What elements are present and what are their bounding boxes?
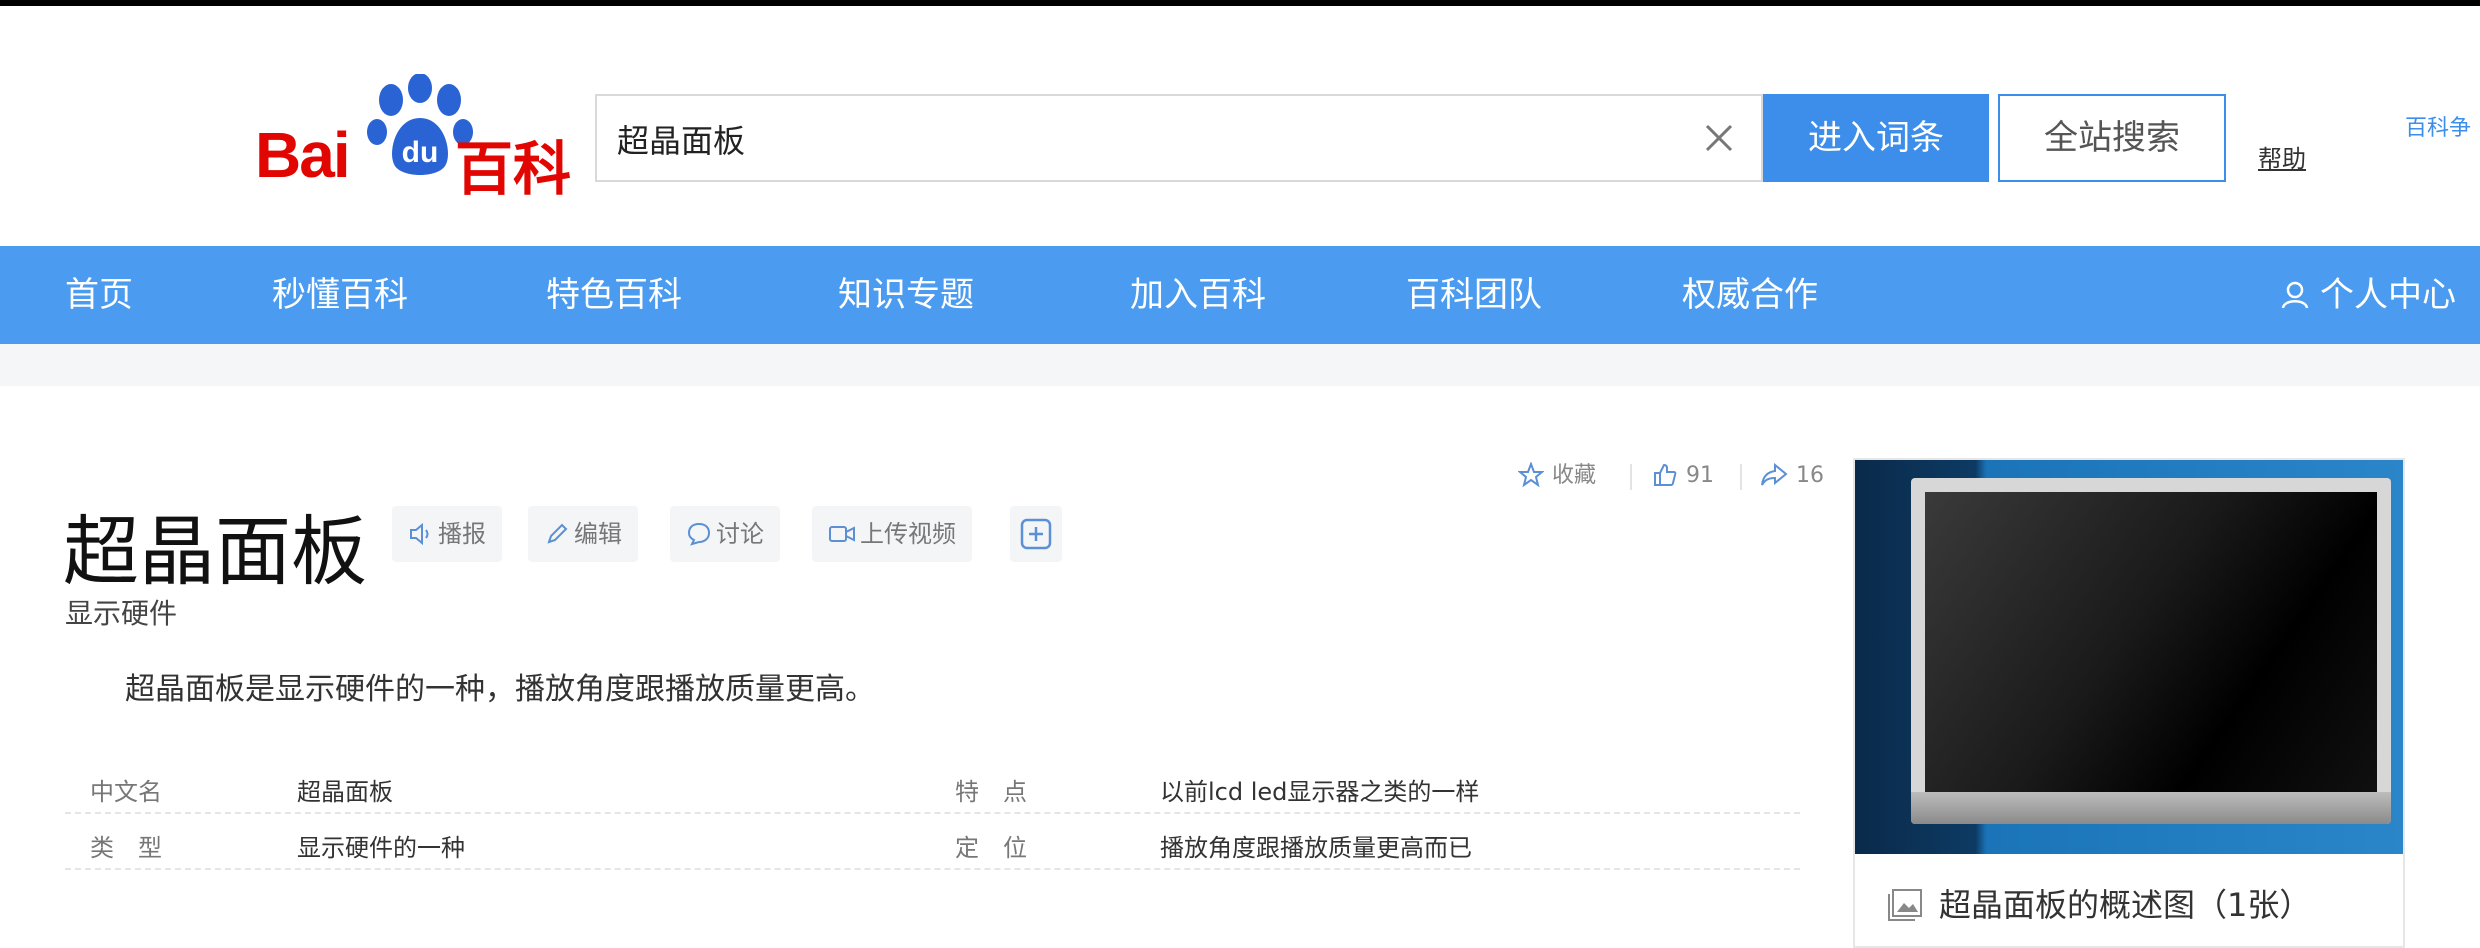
share-count: 16 bbox=[1796, 463, 1824, 488]
action-divider bbox=[1740, 464, 1742, 490]
search-input[interactable] bbox=[615, 96, 1619, 182]
user-icon bbox=[2281, 281, 2309, 309]
infobox-label: 定 位 bbox=[955, 834, 1027, 862]
broadcast-label: 播报 bbox=[438, 520, 486, 548]
nav-item-topics[interactable]: 知识专题 bbox=[838, 246, 974, 344]
edit-label: 编辑 bbox=[574, 520, 622, 548]
action-divider bbox=[1630, 464, 1632, 490]
nav-item-miaodong[interactable]: 秒懂百科 bbox=[272, 246, 408, 344]
speaker-icon bbox=[410, 522, 429, 546]
share-icon bbox=[1761, 462, 1788, 486]
edit-button[interactable]: 编辑 bbox=[528, 506, 638, 562]
image-caption-text: 超晶面板的概述图（1张） bbox=[1939, 886, 2312, 924]
baidu-baike-logo[interactable]: Bai du 百科 bbox=[255, 74, 575, 203]
discuss-label: 讨论 bbox=[716, 520, 764, 548]
infobox-value: 播放角度跟播放质量更高而已 bbox=[1160, 834, 1472, 862]
nav-item-team[interactable]: 百科团队 bbox=[1406, 246, 1542, 344]
discuss-button[interactable]: 讨论 bbox=[670, 506, 780, 562]
share-button[interactable]: 16 bbox=[1760, 456, 1824, 496]
upload-video-button[interactable]: 上传视频 bbox=[812, 506, 972, 562]
clear-icon[interactable] bbox=[1699, 118, 1739, 158]
entry-subtitle: 显示硬件 bbox=[65, 597, 178, 630]
help-link[interactable]: 帮助 bbox=[2258, 139, 2306, 174]
nav-item-join[interactable]: 加入百科 bbox=[1130, 246, 1266, 344]
summary-image-card[interactable]: 超晶面板的概述图（1张） bbox=[1853, 458, 2405, 948]
tv-body bbox=[1911, 478, 2391, 824]
video-camera-icon bbox=[829, 526, 855, 542]
chat-bubble-icon bbox=[687, 522, 711, 546]
main-nav: 首页 秒懂百科 特色百科 知识专题 加入百科 百科团队 权威合作 个人中心 bbox=[0, 246, 2480, 344]
add-button[interactable] bbox=[1010, 506, 1062, 562]
like-button[interactable]: 91 bbox=[1652, 456, 1714, 496]
search-box bbox=[595, 94, 1763, 182]
broadcast-button[interactable]: 播报 bbox=[392, 506, 502, 562]
tv-image[interactable] bbox=[1855, 460, 2403, 854]
like-count: 91 bbox=[1686, 463, 1714, 488]
star-icon bbox=[1517, 461, 1545, 488]
image-gallery-icon bbox=[1888, 889, 1922, 921]
infobox-value: 以前lcd led显示器之类的一样 bbox=[1160, 778, 1480, 806]
user-center-label: 个人中心 bbox=[2320, 275, 2456, 315]
upload-video-label: 上传视频 bbox=[860, 520, 956, 548]
baike-contest-link[interactable]: 百科争 bbox=[2405, 110, 2471, 142]
favorite-label: 收藏 bbox=[1552, 463, 1597, 488]
user-center-link[interactable]: 个人中心 bbox=[2280, 246, 2456, 344]
nav-item-home[interactable]: 首页 bbox=[65, 246, 133, 344]
infobox-label: 中文名 bbox=[90, 778, 162, 806]
infobox-row: 类 型 显示硬件的一种 定 位 播放角度跟播放质量更高而已 bbox=[65, 814, 1800, 870]
logo-cn-text: 百科 bbox=[455, 135, 572, 203]
image-caption[interactable]: 超晶面板的概述图（1张） bbox=[1885, 880, 2311, 926]
logo-latin-text: Bai bbox=[255, 119, 351, 191]
logo-paw-text: du bbox=[402, 136, 439, 169]
nav-item-featured[interactable]: 特色百科 bbox=[546, 246, 682, 344]
infobox-label: 特 点 bbox=[955, 778, 1027, 806]
plus-square-icon bbox=[1020, 518, 1052, 550]
nav-item-cooperation[interactable]: 权威合作 bbox=[1682, 246, 1818, 344]
entry-summary: 超晶面板是显示硬件的一种，播放角度跟播放质量更高。 bbox=[125, 672, 875, 707]
site-search-button[interactable]: 全站搜索 bbox=[1998, 94, 2226, 182]
entry-title: 超晶面板 bbox=[63, 507, 367, 596]
infobox-label: 类 型 bbox=[90, 834, 162, 862]
infobox-row: 中文名 超晶面板 特 点 以前lcd led显示器之类的一样 bbox=[65, 758, 1800, 814]
pencil-icon bbox=[547, 523, 568, 544]
enter-entry-button[interactable]: 进入词条 bbox=[1763, 94, 1989, 182]
infobox-value: 超晶面板 bbox=[297, 778, 393, 806]
infobox-value: 显示硬件的一种 bbox=[297, 834, 465, 862]
tv-bezel-bottom bbox=[1911, 792, 2391, 824]
tv-screen bbox=[1925, 492, 2377, 792]
thumbs-up-icon bbox=[1654, 463, 1677, 486]
favorite-button[interactable]: 收藏 bbox=[1517, 456, 1597, 496]
entry-content: 超晶面板 播报 编辑 讨论 上传视频 显示硬件 超晶面板是显示硬件的一种，播放角… bbox=[0, 386, 2480, 948]
header: Bai du 百科 进入词条 全站搜索 帮助 百科争 bbox=[0, 6, 2480, 246]
